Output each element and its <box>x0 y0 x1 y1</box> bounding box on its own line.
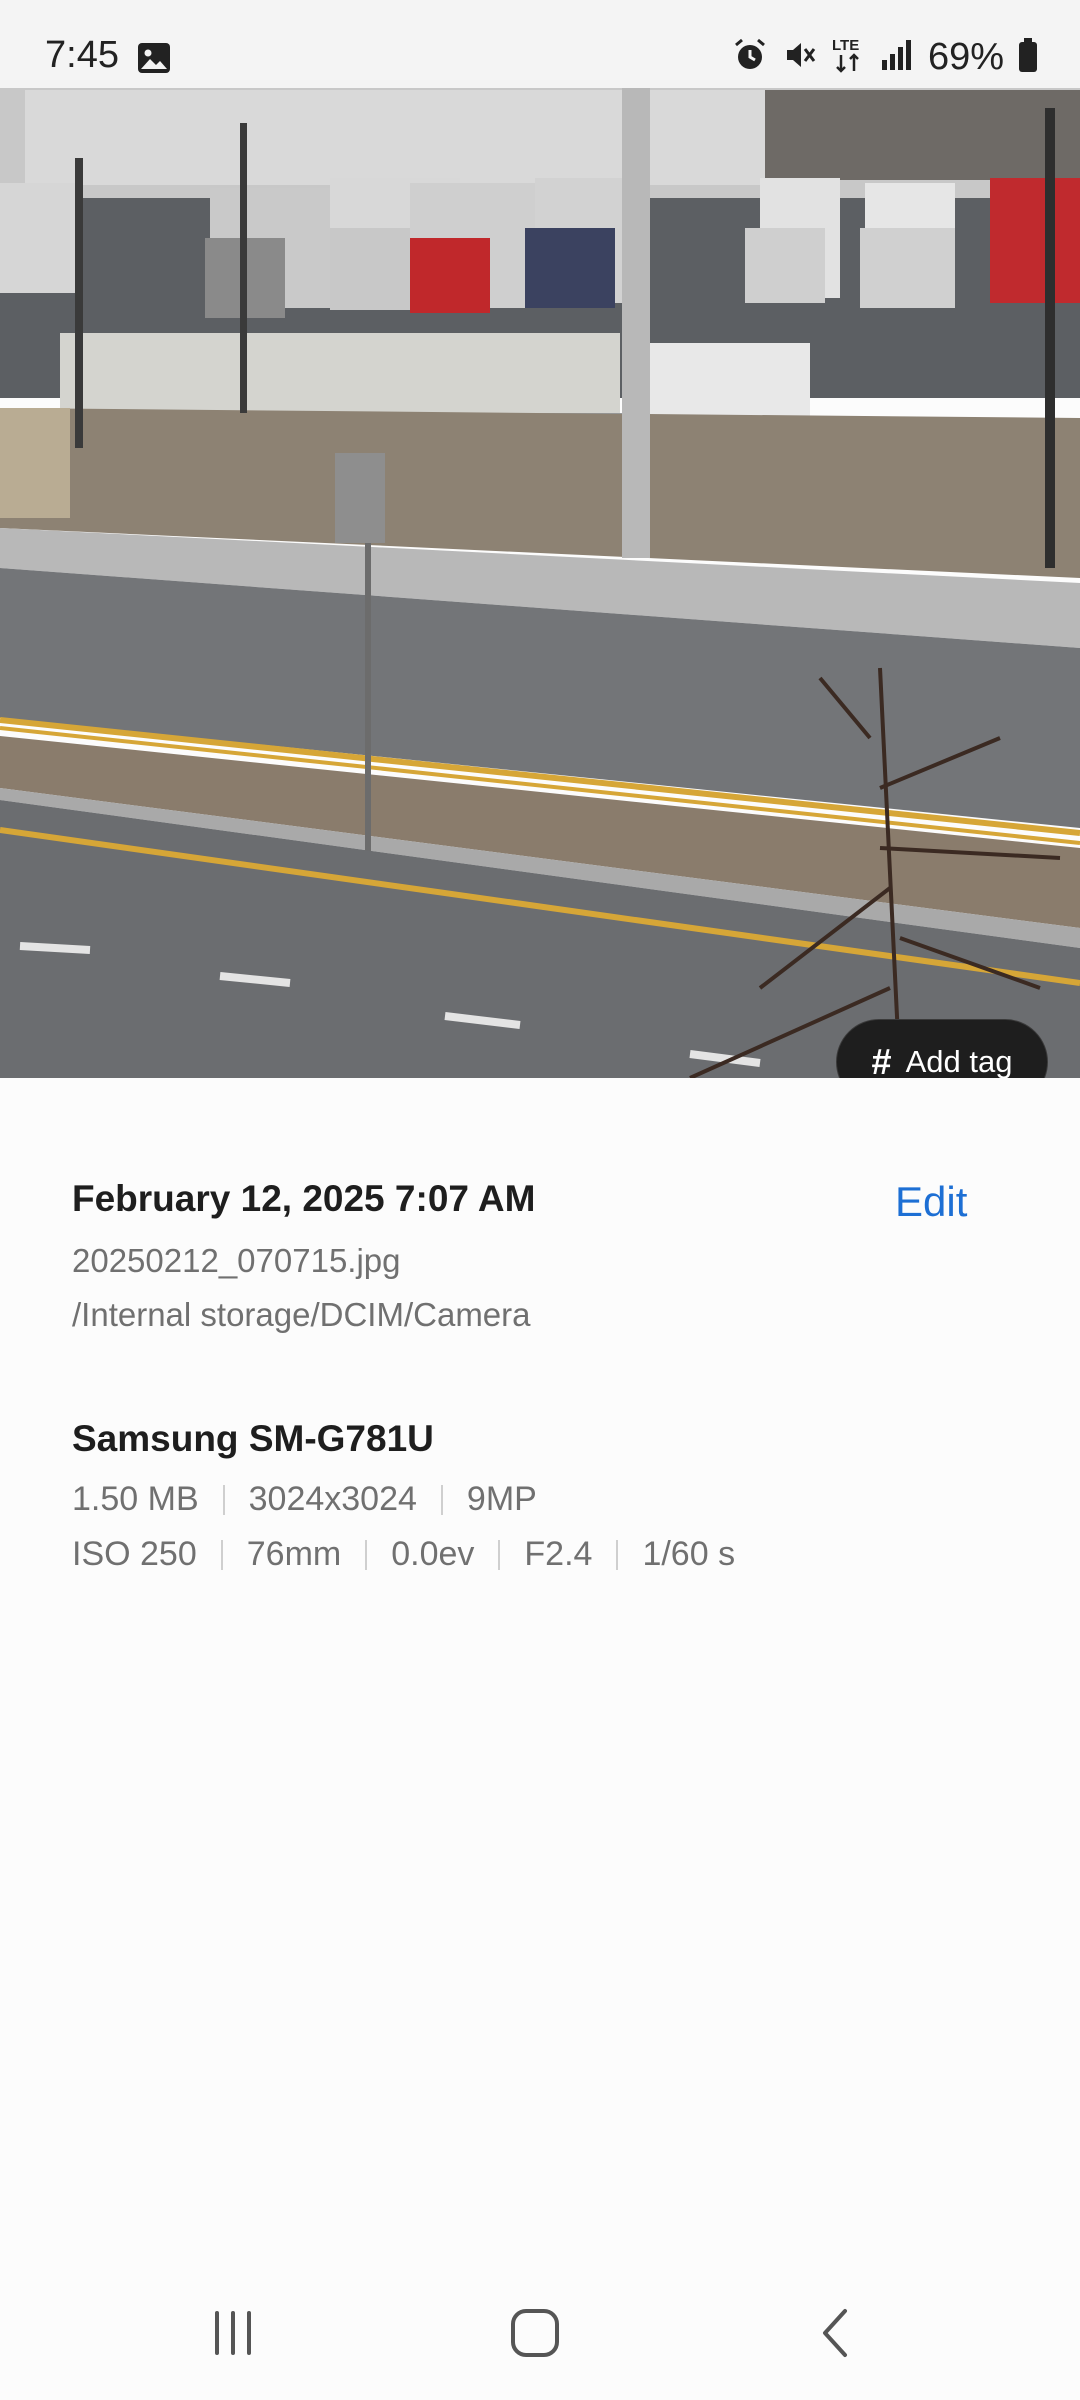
battery-icon <box>1018 37 1038 78</box>
separator <box>616 1539 619 1570</box>
hash-icon: # <box>871 1041 892 1078</box>
camera-specs-row: ISO 250 76mm 0.0ev F2.4 1/60 s <box>72 1535 735 1574</box>
separator <box>220 1539 223 1570</box>
home-icon <box>511 2309 559 2357</box>
back-icon <box>823 2309 847 2357</box>
file-specs-row: 1.50 MB 3024x3024 9MP <box>72 1480 537 1519</box>
aperture: F2.4 <box>524 1535 593 1573</box>
battery-percent: 69% <box>927 35 1004 78</box>
svg-text:LTE: LTE <box>832 37 859 54</box>
alarm-icon <box>732 37 768 78</box>
file-name: 20250212_070715.jpg <box>72 1242 401 1279</box>
device-model: Samsung SM-G781U <box>72 1418 434 1459</box>
shutter-speed: 1/60 s <box>642 1535 736 1573</box>
iso-value: ISO 250 <box>72 1535 197 1573</box>
focal-length: 76mm <box>246 1535 342 1573</box>
resolution: 3024x3024 <box>248 1480 417 1518</box>
signal-icon <box>880 38 914 77</box>
photo-image <box>0 88 1080 1078</box>
navigation-bar <box>0 2268 1080 2400</box>
photo-preview[interactable]: # Add tag <box>0 88 1080 1078</box>
add-tag-button[interactable]: # Add tag <box>836 1019 1048 1078</box>
megapixels: 9MP <box>466 1480 537 1518</box>
gallery-notification-icon <box>137 42 171 74</box>
status-time: 7:45 <box>45 34 119 76</box>
separator <box>365 1539 368 1570</box>
lte-icon: LTE <box>832 35 866 80</box>
back-button[interactable] <box>792 2288 882 2378</box>
file-path: /Internal storage/DCIM/Camera <box>72 1296 531 1333</box>
separator <box>498 1539 501 1570</box>
recent-apps-icon <box>215 2311 251 2355</box>
status-bar: 7:45 LTE 69% <box>0 0 1080 88</box>
home-button[interactable] <box>490 2288 580 2378</box>
separator <box>222 1484 225 1515</box>
edit-button[interactable]: Edit <box>895 1178 967 1226</box>
exposure-value: 0.0ev <box>391 1535 475 1573</box>
recent-apps-button[interactable] <box>188 2288 278 2378</box>
photo-datetime: February 12, 2025 7:07 AM <box>72 1178 536 1219</box>
mute-icon <box>782 37 818 78</box>
separator <box>440 1484 443 1515</box>
file-size: 1.50 MB <box>72 1480 199 1518</box>
add-tag-label: Add tag <box>905 1044 1013 1078</box>
